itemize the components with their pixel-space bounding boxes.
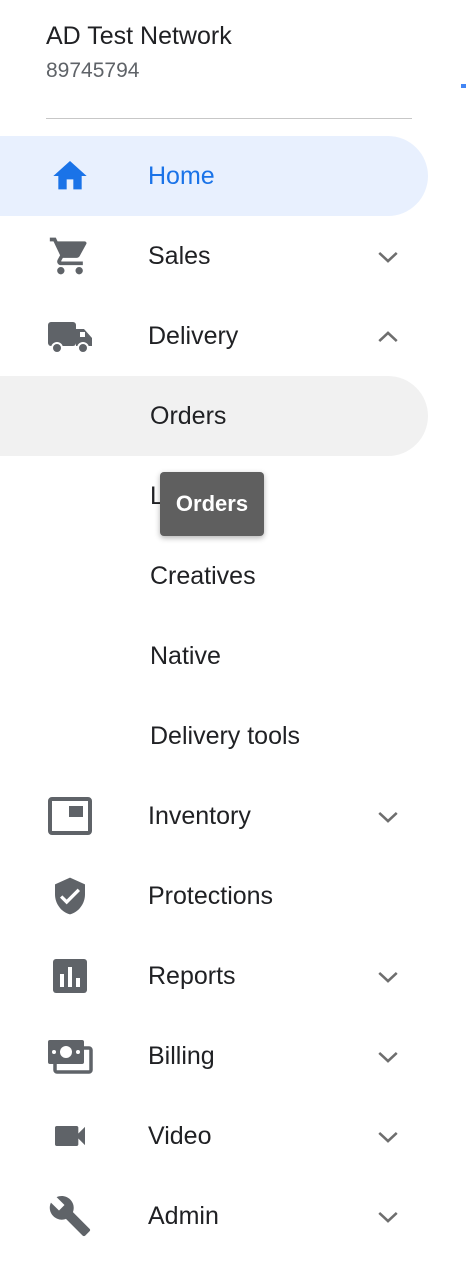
nav-label-delivery-tools: Delivery tools bbox=[150, 722, 301, 750]
nav-label-video: Video bbox=[148, 1122, 212, 1150]
nav-subitem-creatives[interactable]: Creatives bbox=[0, 536, 428, 616]
nav-subitem-orders[interactable]: Orders bbox=[0, 376, 428, 456]
nav-label-billing: Billing bbox=[148, 1042, 215, 1070]
chevron-down-icon[interactable] bbox=[374, 243, 402, 271]
nav-label-sales: Sales bbox=[148, 242, 211, 270]
video-camera-icon bbox=[46, 1116, 94, 1156]
nav-item-video[interactable]: Video bbox=[0, 1096, 428, 1176]
wrench-icon bbox=[46, 1196, 94, 1237]
nav-item-home[interactable]: Home bbox=[0, 136, 428, 216]
cart-icon bbox=[46, 236, 94, 276]
network-id: 89745794 bbox=[46, 59, 140, 82]
chevron-down-icon[interactable] bbox=[374, 1043, 402, 1071]
chevron-up-icon[interactable] bbox=[374, 323, 402, 351]
nav-label-protections: Protections bbox=[148, 882, 274, 910]
chevron-down-icon[interactable] bbox=[374, 963, 402, 991]
home-icon bbox=[46, 156, 94, 196]
nav-label-inventory: Inventory bbox=[148, 802, 251, 830]
nav-item-billing[interactable]: Billing bbox=[0, 1016, 428, 1096]
chevron-down-icon[interactable] bbox=[374, 1123, 402, 1151]
money-icon bbox=[46, 1036, 94, 1076]
tooltip-orders: Orders bbox=[160, 472, 264, 536]
inventory-icon bbox=[46, 796, 94, 836]
edge-accent-bar bbox=[461, 84, 466, 88]
nav-label-reports: Reports bbox=[148, 962, 236, 990]
nav-item-delivery[interactable]: Delivery bbox=[0, 296, 428, 376]
nav-label-delivery: Delivery bbox=[148, 322, 239, 350]
nav-item-admin[interactable]: Admin bbox=[0, 1176, 428, 1256]
nav-label-orders: Orders bbox=[150, 402, 227, 430]
network-name: AD Test Network bbox=[46, 22, 232, 50]
nav-subitem-native[interactable]: Native bbox=[0, 616, 428, 696]
bar-chart-icon bbox=[46, 956, 94, 996]
nav-item-reports[interactable]: Reports bbox=[0, 936, 428, 1016]
nav-subitem-delivery-tools[interactable]: Delivery tools bbox=[0, 696, 428, 776]
chevron-down-icon[interactable] bbox=[374, 1203, 402, 1231]
nav-item-sales[interactable]: Sales bbox=[0, 216, 428, 296]
truck-icon bbox=[46, 316, 94, 356]
shield-check-icon bbox=[46, 876, 94, 916]
nav-label-creatives: Creatives bbox=[150, 562, 256, 590]
chevron-down-icon[interactable] bbox=[374, 803, 402, 831]
nav-label-admin: Admin bbox=[148, 1202, 219, 1230]
nav-label-home: Home bbox=[148, 162, 215, 190]
nav-item-protections[interactable]: Protections bbox=[0, 856, 428, 936]
nav-item-inventory[interactable]: Inventory bbox=[0, 776, 428, 856]
nav-label-native: Native bbox=[150, 642, 221, 670]
divider bbox=[46, 118, 412, 119]
